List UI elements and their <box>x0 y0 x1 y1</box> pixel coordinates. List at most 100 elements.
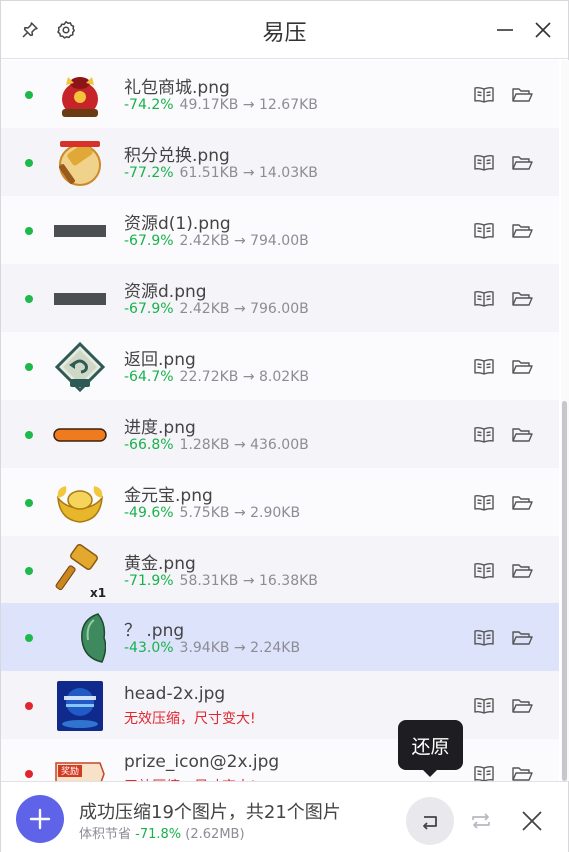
file-row[interactable]: head-2x.jpg 无效压缩，尺寸变大! <box>1 671 559 739</box>
file-name: prize_icon@2x.jpg <box>124 752 280 772</box>
file-row[interactable]: 奖励prize_icon@2x.jpg无效压缩，尺寸变大! <box>1 739 559 781</box>
folder-open-icon[interactable] <box>510 560 534 582</box>
title-bar: 易压 <box>1 1 568 59</box>
book-icon[interactable] <box>472 763 496 781</box>
file-row[interactable]: 资源d.png -67.9% 2.42KB → 796.00B <box>1 264 559 332</box>
folder-open-icon[interactable] <box>510 695 534 717</box>
file-row[interactable]: 进度.png -66.8% 1.28KB → 436.00B <box>1 400 559 468</box>
folder-open-icon[interactable] <box>510 492 534 514</box>
file-row[interactable]: 金元宝.png -49.6% 5.75KB → 2.90KB <box>1 468 559 536</box>
book-icon[interactable] <box>472 560 496 582</box>
repeat-button[interactable] <box>466 806 496 836</box>
add-files-button[interactable] <box>16 795 64 843</box>
scrollbar-thumb[interactable] <box>562 401 567 781</box>
file-name: 金元宝.png <box>124 486 213 506</box>
app-window: 易压 礼包商城.png -74.2% 49.17KB → 12.67KB 积分兑换.p… <box>0 0 569 852</box>
book-icon[interactable] <box>472 695 496 717</box>
file-meta: -74.2% 49.17KB → 12.67KB <box>124 97 318 113</box>
size-change: 58.31KB → 16.38KB <box>179 573 318 589</box>
reduction-percent: -67.9% <box>124 233 174 249</box>
file-name: 进度.png <box>124 418 196 438</box>
folder-open-icon[interactable] <box>510 763 534 781</box>
status-dot <box>25 499 33 507</box>
status-dot <box>25 634 33 642</box>
file-meta: -66.8% 1.28KB → 436.00B <box>124 437 309 453</box>
status-dot <box>25 295 33 303</box>
file-thumbnail <box>51 680 109 732</box>
file-row[interactable]: 返回.png -64.7% 22.72KB → 8.02KB <box>1 332 559 400</box>
book-icon[interactable] <box>472 288 496 310</box>
file-row[interactable]: x1 黄金.png -71.9% 58.31KB → 16.38KB <box>1 536 559 604</box>
reduction-percent: -77.2% <box>124 165 174 181</box>
tooltip-arrow <box>422 769 438 777</box>
reduction-percent: -66.8% <box>124 437 174 453</box>
reduction-percent: -43.0% <box>124 640 174 656</box>
file-row[interactable]: 礼包商城.png -74.2% 49.17KB → 12.67KB <box>1 60 559 128</box>
prize-thumb-label: 奖励 <box>61 765 79 777</box>
clear-button[interactable] <box>517 806 547 836</box>
folder-open-icon[interactable] <box>510 220 534 242</box>
book-icon[interactable] <box>472 492 496 514</box>
file-thumbnail <box>51 69 109 121</box>
status-dot <box>25 702 33 710</box>
file-thumbnail <box>51 205 109 257</box>
folder-open-icon[interactable] <box>510 356 534 378</box>
summary-text: 成功压缩19个图片，共21个图片 <box>79 802 341 823</box>
size-change: 2.42KB → 794.00B <box>179 233 309 249</box>
file-name: 礼包商城.png <box>124 78 230 98</box>
file-meta: -49.6% 5.75KB → 2.90KB <box>124 505 300 521</box>
svg-text:x1: x1 <box>90 586 106 599</box>
saved-summary: 体积节省 -71.8% (2.62MB) <box>79 823 245 842</box>
close-icon[interactable] <box>530 17 556 43</box>
folder-open-icon[interactable] <box>510 288 534 310</box>
size-change: 49.17KB → 12.67KB <box>179 97 318 113</box>
book-icon[interactable] <box>472 84 496 106</box>
file-meta: -77.2% 61.51KB → 14.03KB <box>124 165 318 181</box>
book-icon[interactable] <box>472 356 496 378</box>
book-icon[interactable] <box>472 424 496 446</box>
restore-icon <box>423 816 437 830</box>
file-meta: -71.9% 58.31KB → 16.38KB <box>124 573 318 589</box>
file-thumbnail <box>51 273 109 325</box>
saved-percent: -71.8% <box>135 827 182 842</box>
reduction-percent: -74.2% <box>124 97 174 113</box>
book-icon[interactable] <box>472 152 496 174</box>
file-thumbnail <box>51 612 109 664</box>
reduction-percent: -67.9% <box>124 301 174 317</box>
status-dot <box>25 91 33 99</box>
file-name: 返回.png <box>124 350 196 370</box>
restore-button[interactable] <box>406 797 454 845</box>
size-change: 5.75KB → 2.90KB <box>179 505 301 521</box>
file-meta: -67.9% 2.42KB → 794.00B <box>124 233 309 249</box>
reduction-percent: -71.9% <box>124 573 174 589</box>
file-name: ？ .png <box>124 621 185 641</box>
file-thumbnail: x1 <box>51 543 109 599</box>
folder-open-icon[interactable] <box>510 627 534 649</box>
minimize-icon[interactable] <box>492 17 518 43</box>
file-thumbnail <box>51 409 109 461</box>
file-thumbnail <box>51 477 109 529</box>
footer-bar: 成功压缩19个图片，共21个图片 体积节省 -71.8% (2.62MB) <box>1 781 568 852</box>
file-name: 资源d(1).png <box>124 214 231 234</box>
file-row[interactable]: 资源d(1).png -67.9% 2.42KB → 794.00B <box>1 196 559 264</box>
folder-open-icon[interactable] <box>510 152 534 174</box>
plus-icon <box>29 808 51 830</box>
book-icon[interactable] <box>472 627 496 649</box>
status-dot <box>25 227 33 235</box>
file-row[interactable]: ？ .png -43.0% 3.94KB → 2.24KB <box>1 603 559 671</box>
book-icon[interactable] <box>472 220 496 242</box>
file-list: 礼包商城.png -74.2% 49.17KB → 12.67KB 积分兑换.png -… <box>1 60 561 781</box>
file-name: 资源d.png <box>124 282 207 302</box>
size-change: 3.94KB → 2.24KB <box>179 640 301 656</box>
file-name: 黄金.png <box>124 554 196 574</box>
folder-open-icon[interactable] <box>510 84 534 106</box>
error-message: 无效压缩，尺寸变大! <box>124 711 256 727</box>
status-dot <box>25 159 33 167</box>
file-row[interactable]: 积分兑换.png -77.2% 61.51KB → 14.03KB <box>1 128 559 196</box>
file-thumbnail <box>51 137 109 189</box>
status-dot <box>25 770 33 778</box>
saved-size: (2.62MB) <box>185 827 245 842</box>
file-thumbnail <box>51 341 109 393</box>
folder-open-icon[interactable] <box>510 424 534 446</box>
file-meta: 无效压缩，尺寸变大! <box>124 708 256 728</box>
